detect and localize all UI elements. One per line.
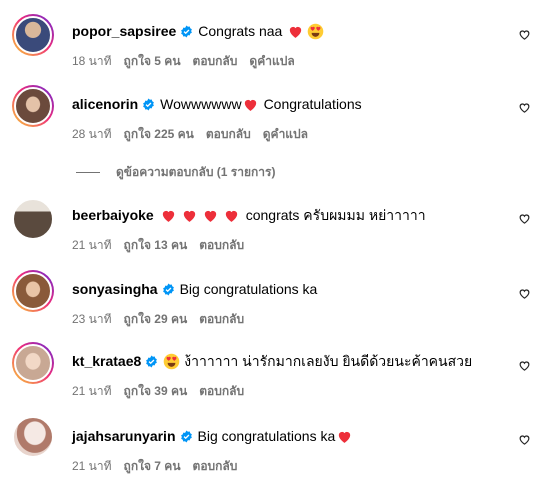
- avatar[interactable]: [12, 198, 54, 240]
- reply-button[interactable]: ตอบกลับ: [193, 52, 238, 71]
- avatar[interactable]: [12, 85, 54, 127]
- red-heart-icon: [290, 26, 302, 38]
- heart-eyes-face-icon: [163, 353, 180, 369]
- avatar[interactable]: [12, 342, 54, 384]
- like-heart-icon[interactable]: [518, 359, 531, 372]
- reply-button[interactable]: ตอบกลับ: [199, 310, 244, 329]
- heart-eyes-face-icon: [308, 23, 324, 39]
- comment-text: Congrats naa: [198, 23, 283, 39]
- comment-time[interactable]: 18 นาที: [72, 52, 112, 71]
- red-heart-icon: [225, 210, 237, 222]
- thread-line: [76, 172, 100, 173]
- username[interactable]: beerbaiyoke: [72, 206, 154, 224]
- translate-button[interactable]: ดูคำแปล: [249, 52, 294, 71]
- red-heart-icon: [339, 431, 351, 443]
- like-heart-icon[interactable]: [518, 28, 531, 41]
- comment-time[interactable]: 21 นาที: [72, 382, 112, 401]
- username[interactable]: jajahsarunyarin: [72, 427, 176, 445]
- verified-badge-icon: [143, 98, 155, 110]
- reply-button[interactable]: ตอบกลับ: [206, 125, 251, 144]
- comment-text: Big congratulations ka: [197, 428, 336, 444]
- red-heart-icon: [162, 210, 174, 222]
- like-heart-icon[interactable]: [518, 212, 531, 225]
- avatar[interactable]: [12, 270, 54, 312]
- like-heart-icon[interactable]: [518, 287, 531, 300]
- username[interactable]: alicenorin: [72, 95, 138, 113]
- red-heart-icon: [204, 210, 216, 222]
- verified-badge-icon: [181, 25, 193, 37]
- avatar[interactable]: [12, 14, 54, 56]
- translate-button[interactable]: ดูคำแปล: [263, 125, 308, 144]
- comment-time[interactable]: 21 นาที: [72, 236, 112, 255]
- like-heart-icon[interactable]: [518, 433, 531, 446]
- reply-button[interactable]: ตอบกลับ: [199, 236, 244, 255]
- like-heart-icon[interactable]: [518, 101, 531, 114]
- comment-time[interactable]: 21 นาที: [72, 457, 112, 476]
- verified-badge-icon: [180, 430, 192, 442]
- red-heart-icon: [244, 99, 256, 111]
- comment-text: ง้าาาาาา น่ารักมากเลยงับ ยินดีด้วยนะค้าค…: [184, 353, 473, 369]
- username[interactable]: kt_kratae8: [72, 352, 141, 370]
- comment-text-continued: Congratulations: [263, 96, 362, 112]
- comment-text: Wowwwwww: [160, 96, 242, 112]
- view-replies-button[interactable]: ดูข้อความตอบกลับ (1 รายการ): [76, 163, 275, 182]
- reply-button[interactable]: ตอบกลับ: [199, 382, 244, 401]
- avatar[interactable]: [12, 416, 54, 458]
- username[interactable]: sonyasingha: [72, 280, 158, 298]
- verified-badge-icon: [146, 355, 158, 367]
- red-heart-icon: [183, 210, 195, 222]
- likes-count[interactable]: ถูกใจ 225 คน: [124, 125, 194, 144]
- comment-text: congrats ครับผมมม หย่าาาาา: [245, 207, 426, 223]
- verified-badge-icon: [162, 283, 174, 295]
- comment-time[interactable]: 28 นาที: [72, 125, 112, 144]
- likes-count[interactable]: ถูกใจ 5 คน: [124, 52, 181, 71]
- comment-time[interactable]: 23 นาที: [72, 310, 112, 329]
- username[interactable]: popor_sapsiree: [72, 22, 176, 40]
- likes-count[interactable]: ถูกใจ 29 คน: [124, 310, 188, 329]
- likes-count[interactable]: ถูกใจ 13 คน: [124, 236, 188, 255]
- likes-count[interactable]: ถูกใจ 7 คน: [124, 457, 181, 476]
- comment-text: Big congratulations ka: [179, 281, 318, 297]
- likes-count[interactable]: ถูกใจ 39 คน: [124, 382, 188, 401]
- reply-button[interactable]: ตอบกลับ: [193, 457, 238, 476]
- view-replies-label[interactable]: ดูข้อความตอบกลับ (1 รายการ): [116, 163, 275, 182]
